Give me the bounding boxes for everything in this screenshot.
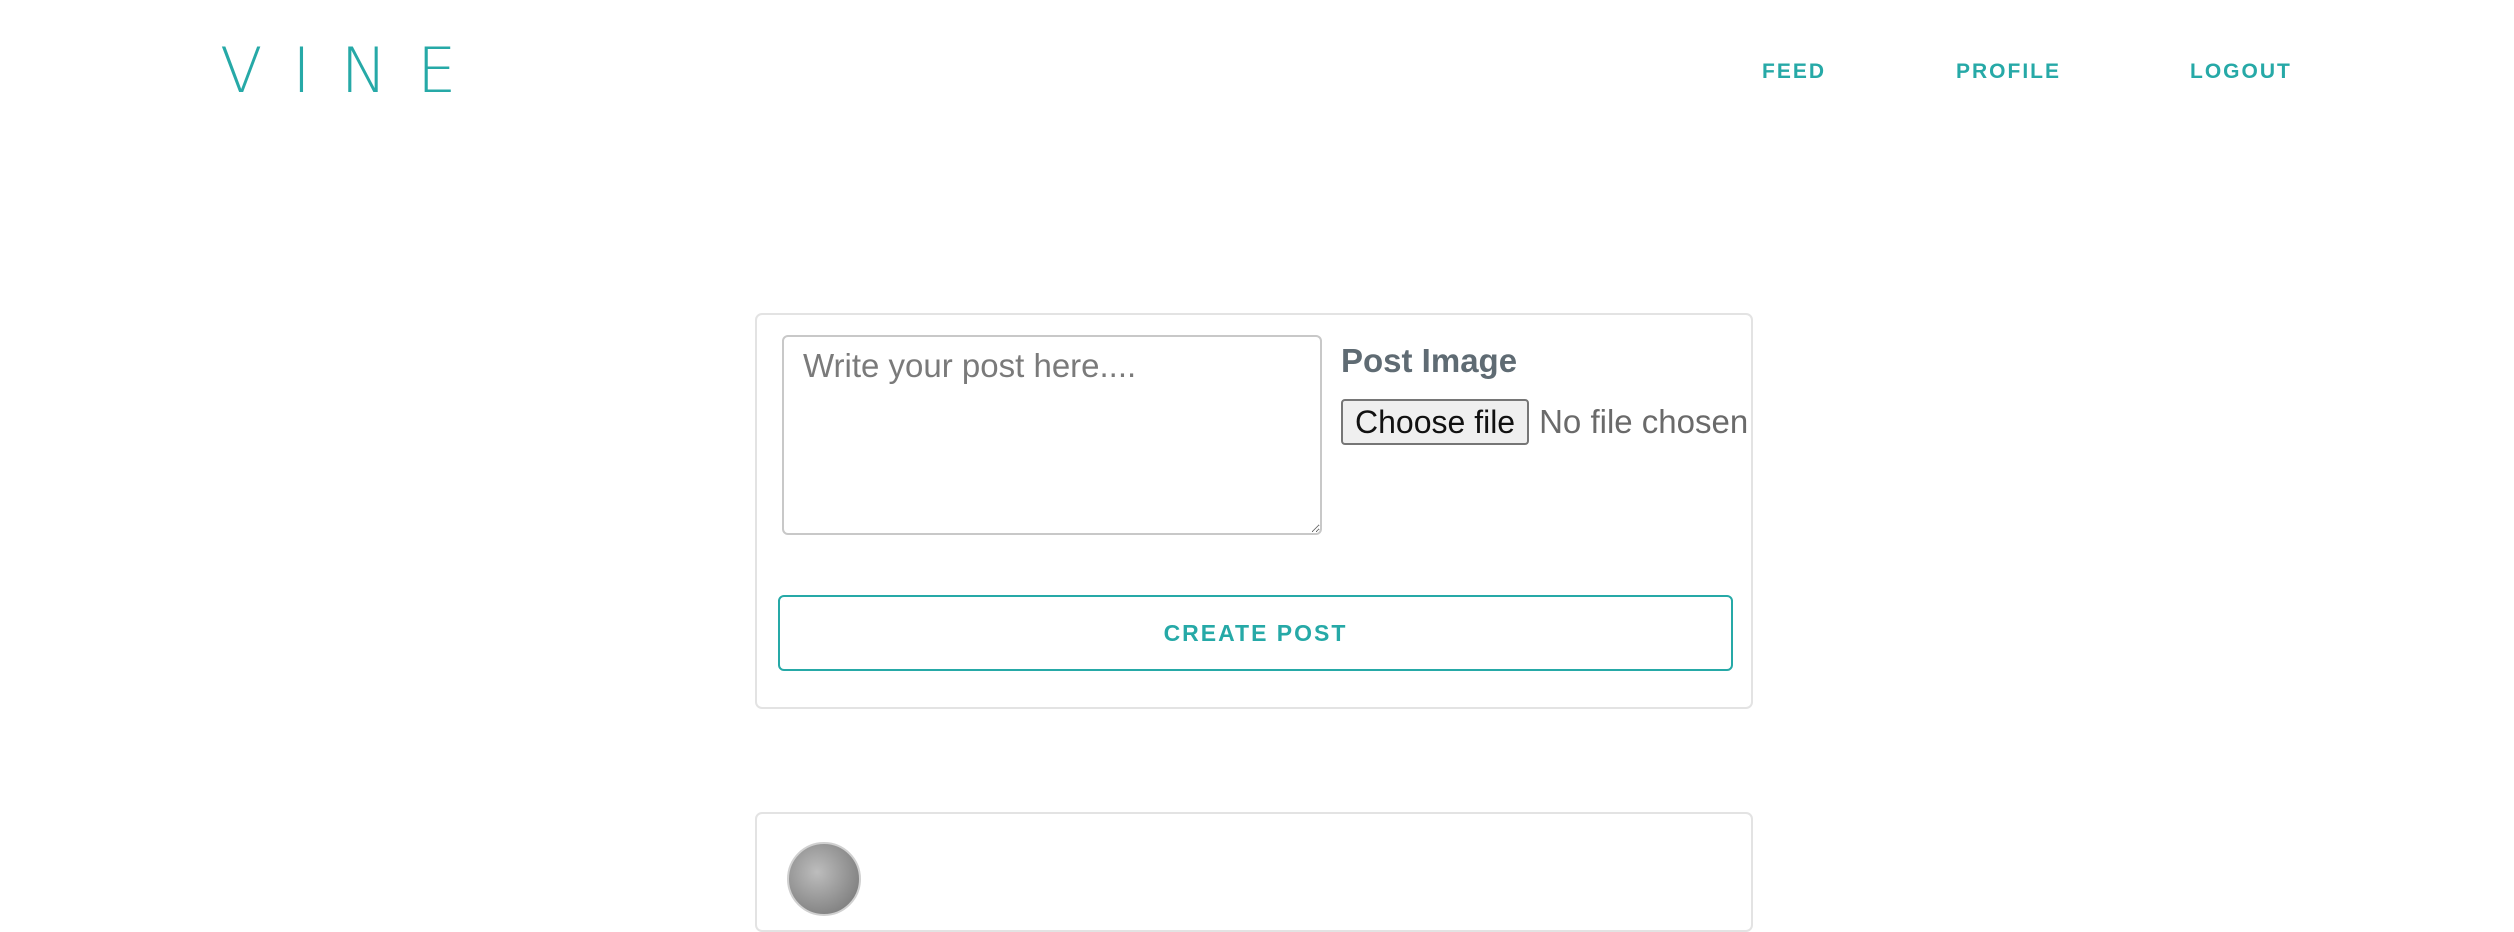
avatar[interactable] bbox=[787, 842, 861, 916]
file-status-text: No file chosen bbox=[1539, 403, 1749, 440]
nav-links: FEED PROFILE LOGOUT bbox=[0, 60, 2514, 90]
navbar: VINE FEED PROFILE LOGOUT bbox=[0, 0, 2514, 150]
nav-logout-link[interactable]: LOGOUT bbox=[2190, 60, 2292, 84]
post-image-label: Post Image bbox=[1341, 342, 1518, 379]
choose-file-button[interactable]: Choose file bbox=[1341, 399, 1530, 445]
create-post-button[interactable]: CREATE POST bbox=[778, 595, 1733, 671]
post-text-input[interactable] bbox=[782, 335, 1322, 535]
nav-profile-link[interactable]: PROFILE bbox=[1956, 60, 2061, 84]
create-post-card: Post Image Choose file No file chosen CR… bbox=[755, 313, 1753, 709]
post-card bbox=[755, 812, 1753, 932]
file-input[interactable]: Choose file No file chosen bbox=[1341, 397, 1748, 447]
nav-feed-link[interactable]: FEED bbox=[1762, 60, 1826, 84]
